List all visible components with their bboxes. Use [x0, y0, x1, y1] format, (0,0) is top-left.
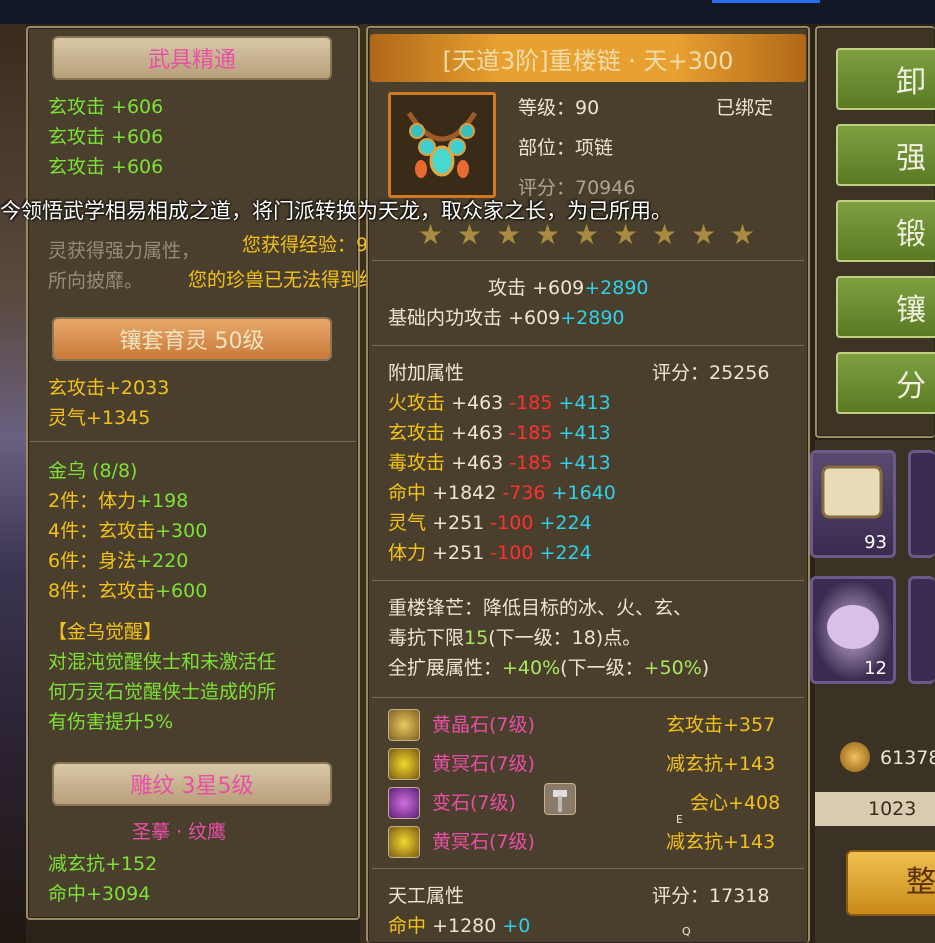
inlay-stat: 灵气+1345	[48, 407, 151, 429]
set-bonus: 6件：身法+220	[48, 550, 189, 572]
extra-stat: 命中 +1842 -736 +1640	[388, 482, 616, 504]
item-icon-frame	[388, 92, 496, 198]
gem-name: 黄冥石(7级)	[432, 831, 535, 853]
extra-stat: 灵气 +251 -100 +224	[388, 512, 592, 534]
unequip-button[interactable]: 卸	[836, 48, 935, 110]
gem-stat: 减玄抗+143	[666, 831, 776, 853]
slot-count: 12	[864, 658, 887, 679]
bag-slot[interactable]	[908, 450, 935, 558]
hammer-icon[interactable]	[544, 783, 576, 815]
marker-e: E	[676, 813, 683, 826]
number-value: 1023	[868, 798, 917, 820]
extra-stat: 火攻击 +463 -185 +413	[388, 392, 611, 414]
marker-q: Q	[682, 925, 691, 938]
craft-stat: 命中 +1280 +0	[388, 915, 531, 937]
inlay-button[interactable]: 镶	[836, 276, 935, 338]
engrave-stat: 命中+3094	[48, 883, 151, 905]
base-stat: 基础内功攻击 +609+2890	[388, 307, 625, 329]
set-bonus: 4件：玄攻击+300	[48, 520, 208, 542]
currency-amount: 61378	[880, 747, 935, 769]
awaken-desc: 对混沌觉醒侠士和未激活任	[48, 651, 277, 673]
extra-attr-title: 附加属性	[388, 362, 465, 384]
divider	[30, 441, 356, 442]
mastery-stat: 玄攻击 +606	[48, 126, 164, 148]
inlay-title: 镶套育灵 50级	[52, 317, 332, 361]
enhance-button[interactable]: 强	[836, 124, 935, 186]
top-bar	[0, 0, 935, 24]
special-effect: 全扩展属性：+40%(下一级：+50%)	[388, 657, 710, 679]
engrave-stat: 减玄抗+152	[48, 853, 158, 875]
extra-stat: 体力 +251 -100 +224	[388, 542, 592, 564]
divider	[372, 260, 804, 261]
gem-icon	[388, 748, 420, 780]
extra-attr-score: 评分：25256	[652, 362, 770, 384]
special-effect: 毒抗下限15(下一级：18)点。	[388, 627, 642, 649]
awaken-title: 【金乌觉醒】	[48, 621, 163, 643]
bound-status: 已绑定	[716, 97, 774, 119]
item-slot: 部位：项链	[518, 137, 614, 159]
gem-name: 黄冥石(7级)	[432, 753, 535, 775]
faded-text: 所向披靡。	[48, 270, 144, 292]
top-accent	[712, 0, 820, 3]
mastery-title: 武具精通	[52, 36, 332, 80]
scroll-icon	[821, 465, 883, 519]
coin-icon	[840, 742, 870, 772]
gem-name: 变石(7级)	[432, 792, 516, 814]
base-stat: 攻击 +609+2890	[488, 277, 649, 299]
system-message: 今领悟武学相易相成之道，将门派转换为天龙，取众家之长，为己所用。	[0, 199, 672, 223]
slot-count: 93	[864, 532, 887, 553]
gem-name: 黄晶石(7级)	[432, 714, 535, 736]
divider	[372, 868, 804, 869]
gem-icon	[388, 709, 420, 741]
necklace-icon	[406, 111, 478, 178]
gem-icon	[388, 787, 420, 819]
divider	[372, 580, 804, 581]
gem-icon	[388, 826, 420, 858]
mastery-stat: 玄攻击 +606	[48, 96, 164, 118]
sort-button[interactable]: 整	[846, 850, 935, 916]
split-button[interactable]: 分	[836, 352, 935, 414]
divider	[372, 345, 804, 346]
set-name: 金乌 (8/8)	[48, 460, 138, 482]
special-effect: 重楼锋芒：降低目标的冰、火、玄、	[388, 597, 693, 619]
scene-background	[0, 24, 26, 943]
set-bonus: 8件：玄攻击+600	[48, 580, 208, 602]
bag-slot[interactable]	[908, 576, 935, 684]
awaken-desc: 何万灵石觉醒侠士造成的所	[48, 681, 277, 703]
engrave-name: 圣摹 · 纹鹰	[132, 821, 227, 843]
faded-text: 灵获得强力属性，	[48, 240, 201, 262]
set-bonus: 2件：体力+198	[48, 490, 189, 512]
awaken-desc: 有伤害提升5%	[48, 711, 174, 733]
item-level: 等级：90	[518, 97, 600, 119]
extra-stat: 玄攻击 +463 -185 +413	[388, 422, 611, 444]
item-title: [天道3阶]重楼链 · 天+300	[370, 34, 806, 82]
craft-score: 评分：17318	[652, 885, 770, 907]
gem-stat: 玄攻击+357	[666, 714, 776, 736]
exp-message: 您获得经验：94	[242, 234, 381, 256]
engrave-title: 雕纹 3星5级	[52, 762, 332, 806]
craft-title: 天工属性	[388, 885, 465, 907]
extra-stat: 毒攻击 +463 -185 +413	[388, 452, 611, 474]
gem-stat: 减玄抗+143	[666, 753, 776, 775]
bag-slot-lotus[interactable]: 12	[810, 576, 896, 684]
gem-stat: 会心+408	[690, 792, 781, 814]
inlay-stat: 玄攻击+2033	[48, 377, 170, 399]
bag-slot-scroll[interactable]: 93	[810, 450, 896, 558]
lotus-icon	[827, 605, 879, 649]
divider	[372, 697, 804, 698]
mastery-stat: 玄攻击 +606	[48, 156, 164, 178]
